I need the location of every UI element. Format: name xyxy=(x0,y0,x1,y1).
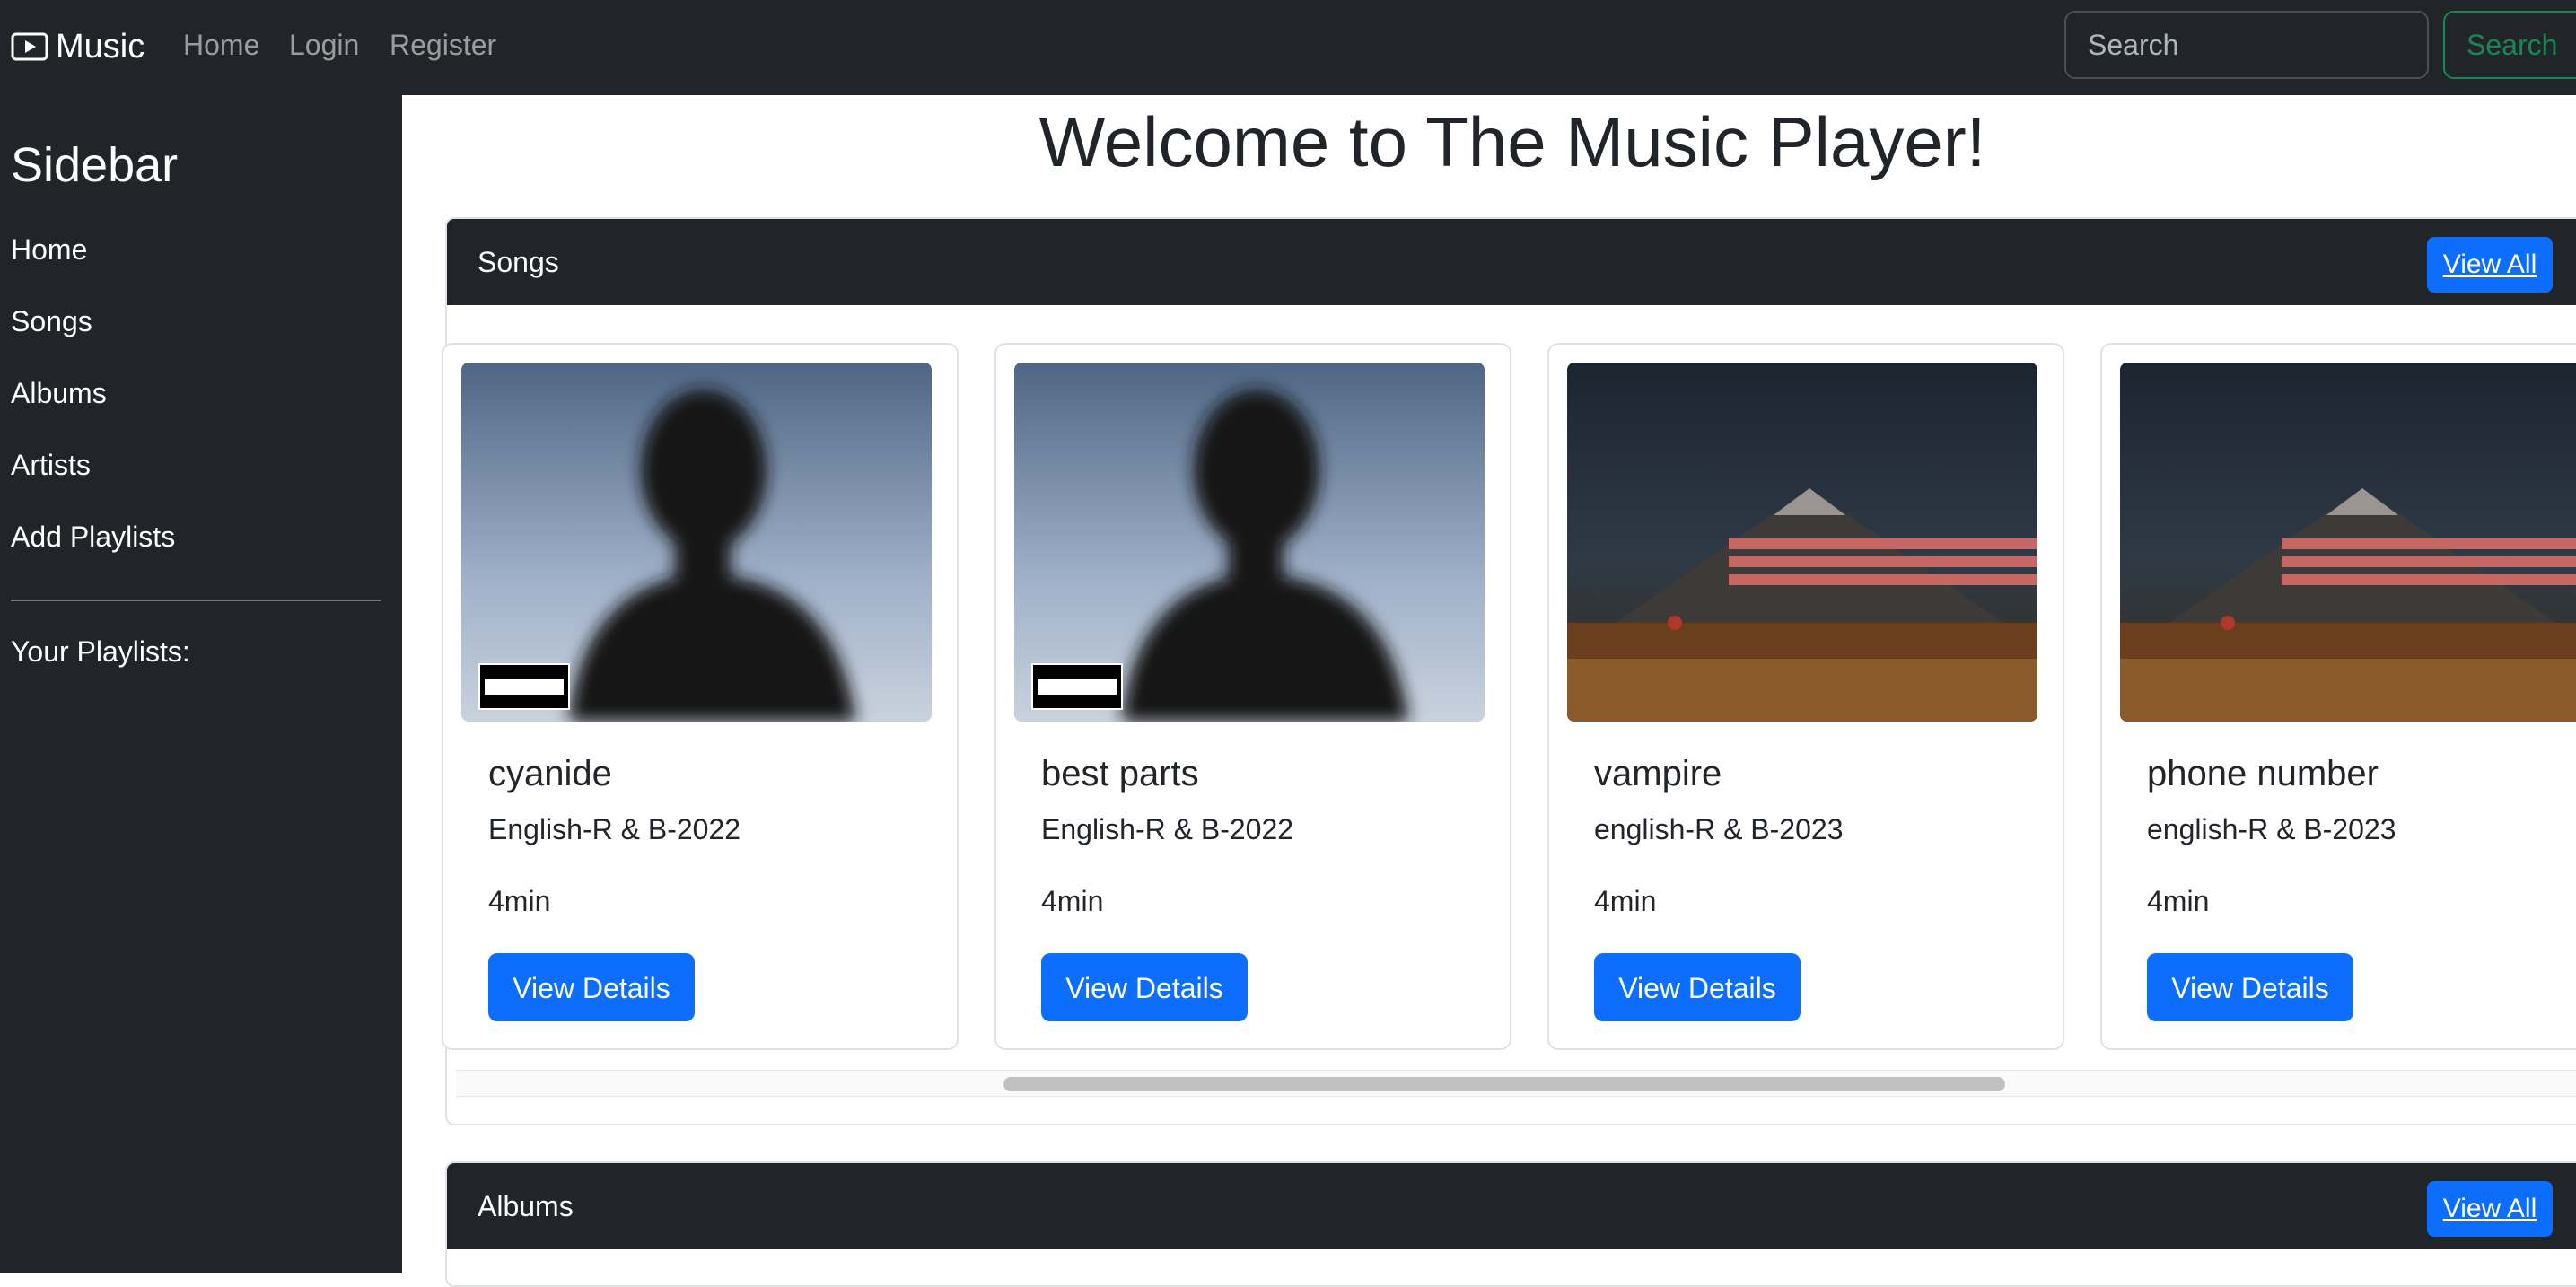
album-cover-image xyxy=(461,363,932,722)
song-duration: 4min xyxy=(1594,885,1657,917)
song-meta: English-R & B-2022 xyxy=(488,813,741,845)
sidebar: Sidebar Home Songs Albums Artists Add Pl… xyxy=(0,95,402,1273)
songs-panel-title: Songs xyxy=(478,246,559,278)
song-card: cyanide English-R & B-2022 4min View Det… xyxy=(442,343,959,1050)
sidebar-title: Sidebar xyxy=(11,138,179,192)
albums-view-all-button[interactable]: View All xyxy=(2427,1181,2553,1237)
nav-register[interactable]: Register xyxy=(390,27,496,63)
parental-advisory-badge xyxy=(478,663,570,710)
song-title: cyanide xyxy=(488,754,612,793)
view-details-button[interactable]: View Details xyxy=(1041,953,1248,1021)
albums-panel-title: Albums xyxy=(478,1190,574,1222)
song-card: vampire english-R & B-2023 4min View Det… xyxy=(1547,343,2064,1050)
songs-panel-header: Songs View All xyxy=(447,219,2576,305)
view-details-button[interactable]: View Details xyxy=(1594,953,1801,1021)
sidebar-divider xyxy=(11,600,381,601)
sidebar-item-songs[interactable]: Songs xyxy=(11,303,92,339)
song-meta: english-R & B-2023 xyxy=(1594,813,1844,845)
mountain-cover-art xyxy=(2120,363,2576,722)
silhouette-cover-art xyxy=(1014,363,1485,722)
your-playlists-label: Your Playlists: xyxy=(11,635,190,668)
silhouette-cover-art xyxy=(461,363,932,722)
album-cover-image xyxy=(2120,363,2576,722)
scrollbar-thumb[interactable] xyxy=(1003,1077,2005,1091)
song-duration: 4min xyxy=(488,885,551,917)
top-navbar: Music Home Login Register Search xyxy=(0,0,2576,95)
sidebar-item-add-playlists[interactable]: Add Playlists xyxy=(11,519,175,555)
song-duration: 4min xyxy=(2147,885,2210,917)
brand-link[interactable]: Music xyxy=(11,22,145,72)
albums-panel-header: Albums View All xyxy=(447,1163,2576,1249)
sidebar-item-home[interactable]: Home xyxy=(11,232,87,267)
song-title: vampire xyxy=(1594,754,1722,793)
search-input[interactable] xyxy=(2064,11,2429,79)
mountain-cover-art xyxy=(1567,363,2037,722)
brand-label: Music xyxy=(56,27,145,66)
search-button[interactable]: Search xyxy=(2443,11,2576,79)
sidebar-item-artists[interactable]: Artists xyxy=(11,447,91,483)
striped-text-banner xyxy=(2282,538,2576,585)
nav-home[interactable]: Home xyxy=(183,27,259,63)
song-duration: 4min xyxy=(1041,885,1104,917)
song-title: phone number xyxy=(2147,754,2379,793)
albums-panel: Albums View All xyxy=(445,1161,2576,1287)
page-title: Welcome to The Music Player! xyxy=(1038,102,1986,181)
songs-view-all-button[interactable]: View All xyxy=(2427,237,2553,293)
striped-text-banner xyxy=(1729,538,2037,585)
nav-login[interactable]: Login xyxy=(289,27,359,63)
song-title: best parts xyxy=(1041,754,1199,793)
parental-advisory-badge xyxy=(1031,663,1123,710)
song-card: phone number english-R & B-2023 4min Vie… xyxy=(2100,343,2576,1050)
album-cover-image xyxy=(1014,363,1485,722)
songs-horizontal-scrollbar[interactable] xyxy=(456,1070,2576,1097)
sidebar-item-albums[interactable]: Albums xyxy=(11,375,107,411)
view-details-button[interactable]: View Details xyxy=(2147,953,2353,1021)
view-details-button[interactable]: View Details xyxy=(488,953,695,1021)
album-cover-image xyxy=(1567,363,2037,722)
song-meta: english-R & B-2023 xyxy=(2147,813,2396,845)
song-meta: English-R & B-2022 xyxy=(1041,813,1294,845)
play-icon xyxy=(11,32,48,61)
song-card: best parts English-R & B-2022 4min View … xyxy=(994,343,1511,1050)
